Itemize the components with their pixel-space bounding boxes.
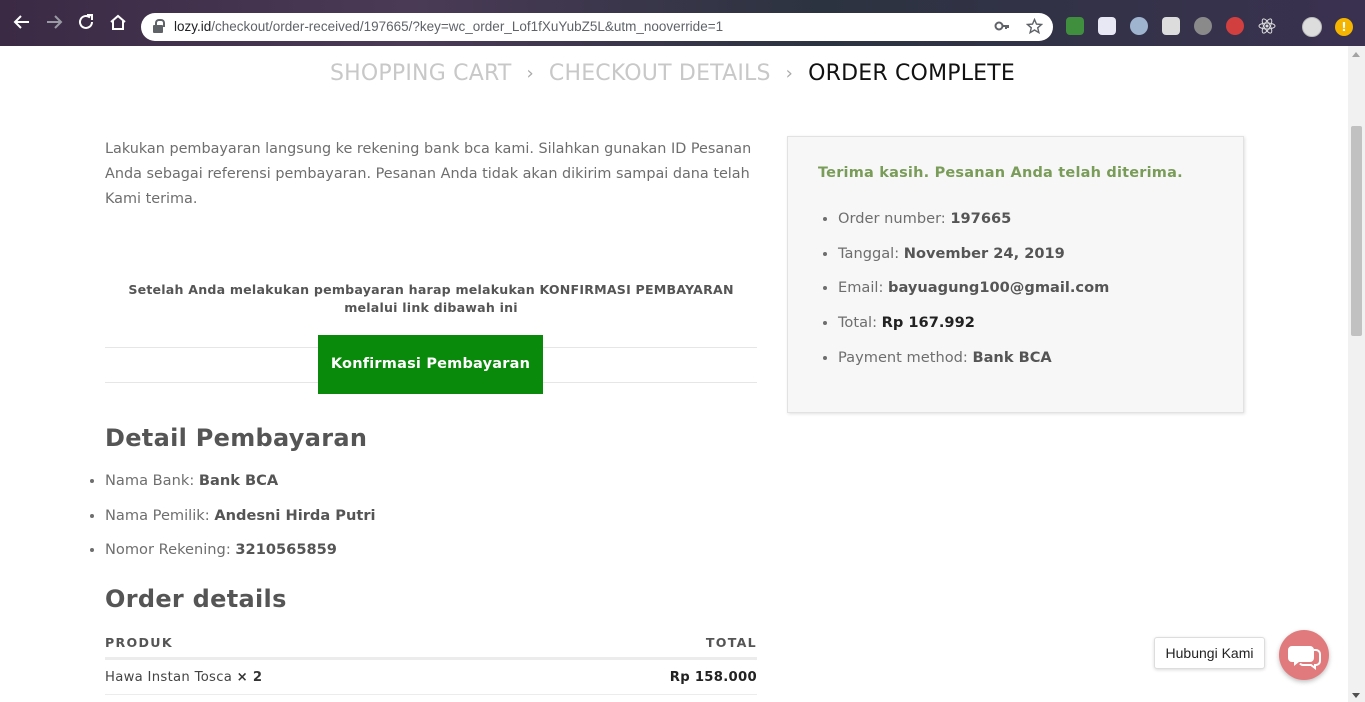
- list-item: Nama Bank: Bank BCA: [105, 469, 376, 504]
- page-content: SHOPPING CART › CHECKOUT DETAILS › ORDER…: [0, 46, 1348, 702]
- extension-1-icon[interactable]: [1066, 17, 1084, 35]
- back-button[interactable]: [11, 12, 33, 34]
- block-icon[interactable]: [1226, 17, 1244, 35]
- home-button[interactable]: [107, 12, 129, 34]
- order-received-message: Terima kasih. Pesanan Anda telah diterim…: [818, 165, 1183, 181]
- confirmation-note-line1: Setelah Anda melakukan pembayaran harap …: [128, 282, 734, 297]
- chevron-right-icon: ›: [526, 63, 534, 84]
- home-icon: [110, 14, 126, 30]
- table-row: Hawa Instan Tosca × 2 Rp 158.000: [105, 665, 757, 695]
- chevron-right-icon: ›: [785, 63, 794, 84]
- qr-code-icon[interactable]: [1162, 17, 1180, 35]
- reload-button[interactable]: [75, 12, 97, 34]
- arrow-right-icon: [47, 15, 63, 29]
- scroll-up-icon[interactable]: [1352, 52, 1360, 57]
- confirmation-note-line2: melalui link dibawah ini: [344, 300, 518, 315]
- list-item: Nomor Rekening: 3210565859: [105, 538, 376, 573]
- forward-button[interactable]: [43, 12, 65, 34]
- react-devtools-icon[interactable]: [1258, 17, 1276, 35]
- list-item: Nama Pemilik: Andesni Hirda Putri: [105, 504, 376, 539]
- payment-details-title: Detail Pembayaran: [105, 424, 368, 452]
- bank-details-list: Nama Bank: Bank BCA Nama Pemilik: Andesn…: [105, 469, 376, 573]
- list-item: Email: bayuagung100@gmail.com: [838, 276, 1109, 311]
- product-name-link[interactable]: Hawa Instan Tosca: [105, 670, 232, 685]
- column-header-total: TOTAL: [705, 635, 757, 650]
- column-header-product: PRODUK: [105, 635, 173, 650]
- product-cell: Hawa Instan Tosca × 2: [105, 670, 262, 685]
- extension-5-icon[interactable]: [1194, 17, 1212, 35]
- step-order-complete: ORDER COMPLETE: [808, 61, 1016, 86]
- confirm-payment-button[interactable]: Konfirmasi Pembayaran: [318, 335, 543, 394]
- chat-button[interactable]: [1279, 630, 1329, 680]
- reload-icon: [79, 14, 93, 29]
- list-item: Tanggal: November 24, 2019: [838, 242, 1109, 277]
- star-icon[interactable]: [1025, 17, 1044, 39]
- list-item: Payment method: Bank BCA: [838, 346, 1109, 381]
- profile-avatar[interactable]: [1302, 17, 1322, 37]
- key-icon[interactable]: [994, 18, 1010, 38]
- browser-toolbar: lozy.id/checkout/order-received/197665/?…: [0, 0, 1365, 46]
- order-overview-list: Order number: 197665 Tanggal: November 2…: [838, 207, 1109, 380]
- order-table-header: PRODUK TOTAL: [105, 635, 757, 660]
- url-text[interactable]: lozy.id/checkout/order-received/197665/?…: [174, 19, 723, 34]
- order-details-title: Order details: [105, 585, 287, 613]
- scroll-down-icon[interactable]: [1352, 693, 1360, 698]
- step-shopping-cart[interactable]: SHOPPING CART: [330, 61, 511, 86]
- checkout-steps: SHOPPING CART › CHECKOUT DETAILS › ORDER…: [330, 61, 1015, 86]
- contact-us-label[interactable]: Hubungi Kami: [1154, 637, 1265, 669]
- lock-icon: [153, 19, 165, 33]
- confirmation-note: Setelah Anda melakukan pembayaran harap …: [105, 281, 757, 317]
- chat-bubbles-icon: [1288, 646, 1321, 670]
- product-total: Rp 158.000: [669, 670, 757, 685]
- arrow-left-icon: [13, 15, 29, 29]
- payment-instructions: Lakukan pembayaran langsung ke rekening …: [105, 141, 752, 207]
- extension-3-icon[interactable]: [1130, 17, 1148, 35]
- step-checkout-details[interactable]: CHECKOUT DETAILS: [549, 61, 771, 86]
- update-badge[interactable]: !: [1335, 18, 1353, 36]
- product-quantity: × 2: [236, 670, 263, 685]
- address-bar[interactable]: lozy.id/checkout/order-received/197665/?…: [141, 13, 1053, 41]
- order-summary-box: Terima kasih. Pesanan Anda telah diterim…: [787, 136, 1244, 413]
- list-item: Order number: 197665: [838, 207, 1109, 242]
- scroll-thumb[interactable]: [1351, 126, 1362, 336]
- page-scrollbar[interactable]: [1348, 46, 1365, 702]
- extension-2-icon[interactable]: [1098, 17, 1116, 35]
- list-item: Total: Rp 167.992: [838, 311, 1109, 346]
